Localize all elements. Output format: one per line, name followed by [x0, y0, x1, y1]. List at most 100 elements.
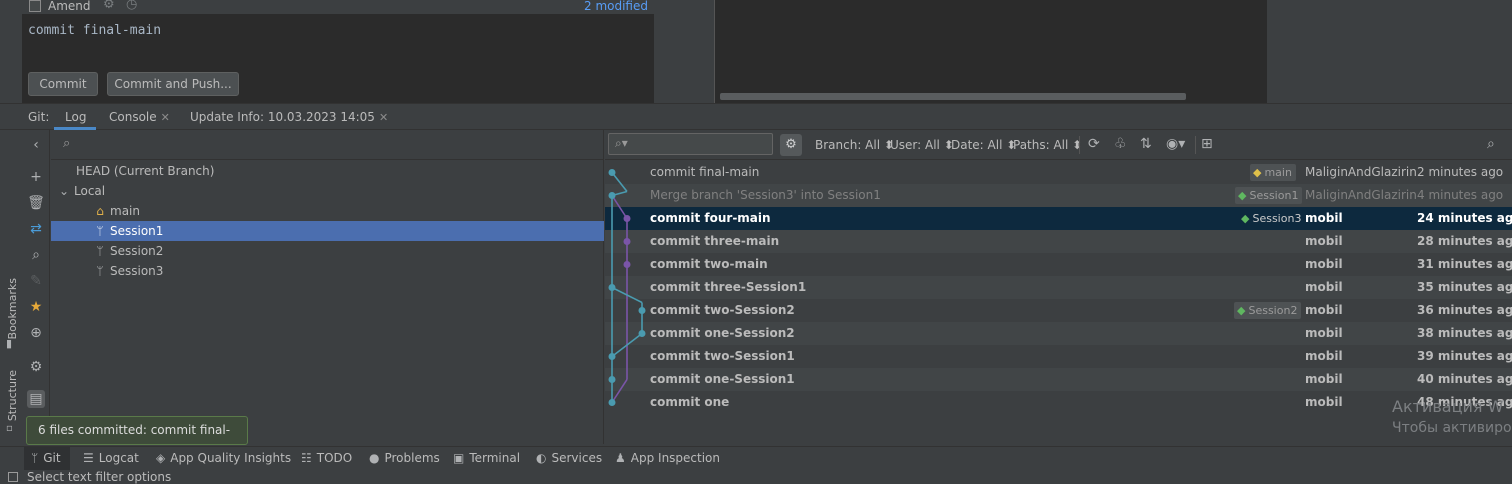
- status-panel-icon[interactable]: [8, 472, 18, 482]
- view-options-eye-icon[interactable]: ◉▾: [1166, 136, 1185, 152]
- commit-date: 28 minutes ago: [1417, 234, 1512, 248]
- add-icon[interactable]: +: [27, 168, 45, 186]
- logcat-icon: ☰: [83, 451, 94, 465]
- commit-node[interactable]: [608, 169, 616, 176]
- branches-toolbar: ‹ + 🗑 ⇄ ⌕ ✎ ★ ⊕ ⚙ ▤: [22, 130, 50, 444]
- commit-node[interactable]: [608, 353, 616, 360]
- sort-icon[interactable]: ⇅: [1140, 136, 1152, 152]
- commit-node[interactable]: [623, 261, 631, 268]
- tool-services[interactable]: ◐ Services: [536, 451, 602, 465]
- tab-log[interactable]: Log: [65, 110, 86, 124]
- date-filter[interactable]: Date: All ⬍: [951, 138, 1016, 152]
- commit-node[interactable]: [638, 307, 646, 314]
- tool-git-label: Git: [43, 451, 61, 465]
- commit-and-push-button[interactable]: Commit and Push...: [107, 72, 239, 96]
- commit-row[interactable]: commit one-Session2 mobil 38 minutes ago: [605, 322, 1512, 345]
- bookmark-icon[interactable]: ▮: [6, 337, 12, 350]
- tool-logcat[interactable]: ☰ Logcat: [83, 451, 139, 465]
- search-icon[interactable]: ⌕: [27, 246, 45, 264]
- commit-row[interactable]: commit two-Session1 mobil 39 minutes ago: [605, 345, 1512, 368]
- horizontal-scrollbar[interactable]: [720, 93, 1186, 100]
- open-new-tab-icon[interactable]: ⊞: [1201, 136, 1213, 152]
- search-icon: ⌕▾: [615, 136, 628, 150]
- commit-row[interactable]: commit one mobil 48 minutes ago: [605, 391, 1512, 414]
- commit-notification-balloon[interactable]: 6 files committed: commit final-main: [26, 416, 248, 464]
- paths-filter[interactable]: Paths: All ⬍: [1013, 138, 1082, 152]
- commit-node[interactable]: [623, 238, 631, 245]
- commit-row[interactable]: commit two-Session2 ◆ Session2 mobil 36 minu…: [605, 299, 1512, 322]
- commit-button[interactable]: Commit: [28, 72, 98, 96]
- modified-count-link[interactable]: 2 modified: [584, 0, 648, 13]
- commit-row[interactable]: commit four-main ◆ Session3 mobil 24 minutes…: [605, 207, 1512, 230]
- filter-settings-gear-icon[interactable]: ⚙: [780, 134, 802, 156]
- collapse-arrow-icon[interactable]: ‹: [27, 136, 45, 154]
- navigate-icon[interactable]: ⊕: [27, 324, 45, 342]
- commit-date: 24 minutes ago: [1417, 211, 1512, 225]
- tool-todo[interactable]: ☷ TODO: [301, 451, 352, 465]
- commit-options-gear-icon[interactable]: ⚙: [103, 0, 115, 12]
- branch-icon: ᛘ: [31, 451, 39, 465]
- commit-node[interactable]: [608, 284, 616, 291]
- branch-item-main[interactable]: ⌂ main: [93, 201, 140, 221]
- delete-icon[interactable]: 🗑: [27, 194, 45, 212]
- commit-message: commit one: [650, 395, 730, 409]
- commit-node[interactable]: [608, 192, 616, 199]
- commit-node[interactable]: [608, 399, 616, 406]
- structure-tool-label[interactable]: Structure: [6, 370, 19, 421]
- edit-icon: ✎: [30, 273, 42, 289]
- favorite-star-icon[interactable]: ★: [27, 298, 45, 316]
- tool-terminal[interactable]: ▣ Terminal: [453, 451, 520, 465]
- tool-app-inspection[interactable]: ♟ App Inspection: [615, 451, 720, 465]
- settings-gear-icon[interactable]: ⚙: [27, 358, 45, 376]
- branch-item-label: Session2: [110, 244, 164, 258]
- commit-row[interactable]: commit one-Session1 mobil 40 minutes ago: [605, 368, 1512, 391]
- commit-author: mobil: [1305, 303, 1343, 317]
- tab-console[interactable]: Console ✕: [109, 110, 170, 124]
- refresh-icon[interactable]: ⟳: [1088, 136, 1100, 152]
- inspection-icon: ♟: [615, 451, 626, 465]
- log-search-field[interactable]: ⌕▾: [608, 133, 773, 155]
- commit-message: Merge branch 'Session3' into Session1: [650, 188, 881, 202]
- chevron-down-icon[interactable]: ⌄: [57, 181, 71, 201]
- close-icon[interactable]: ✕: [379, 111, 388, 124]
- close-icon[interactable]: ✕: [161, 111, 170, 124]
- group-by-folder-icon[interactable]: ▤: [27, 390, 45, 408]
- commit-row[interactable]: commit three-main mobil 28 minutes ago: [605, 230, 1512, 253]
- branch-item-session1[interactable]: ᛘ Session1: [51, 221, 604, 241]
- commit-node[interactable]: [608, 376, 616, 383]
- commit-row[interactable]: commit final-main ◆ main MaliginAndGlazirin…: [605, 161, 1512, 184]
- bookmarks-tool-label[interactable]: Bookmarks: [6, 278, 19, 339]
- branches-panel: ⌕ HEAD (Current Branch) ⌄ Local ⌂ main ᛘ Se…: [51, 130, 604, 444]
- tool-terminal-label: Terminal: [469, 451, 521, 465]
- commit-row[interactable]: commit three-Session1 mobil 35 minutes ago: [605, 276, 1512, 299]
- branch-search-field[interactable]: ⌕: [51, 130, 604, 160]
- tool-problems[interactable]: ● Problems: [369, 451, 440, 465]
- activation-watermark: Активация W: [1392, 397, 1504, 416]
- tool-app-quality-insights[interactable]: ◈ App Quality Insights: [156, 451, 291, 465]
- structure-icon[interactable]: ▫: [6, 423, 13, 434]
- tag-icon: ◆: [1238, 189, 1247, 202]
- amend-checkbox[interactable]: [29, 0, 41, 12]
- cherry-pick-icon[interactable]: ♧: [1114, 136, 1127, 152]
- editor-pane[interactable]: [714, 0, 1267, 103]
- tab-update-info-label: Update Info: 10.03.2023 14:05: [190, 110, 375, 124]
- history-clock-icon[interactable]: ◷: [126, 0, 137, 12]
- commit-row[interactable]: commit two-main mobil 31 minutes ago: [605, 253, 1512, 276]
- branch-group-local[interactable]: ⌄ Local: [57, 181, 105, 201]
- commit-message-field[interactable]: commit final-main: [28, 23, 161, 38]
- commit-author: mobil: [1305, 395, 1343, 409]
- amend-label: Amend: [48, 0, 91, 13]
- branch-item-session2[interactable]: ᛘ Session2: [93, 241, 163, 261]
- search-icon[interactable]: ⌕: [1487, 136, 1495, 152]
- user-filter[interactable]: User: All ⬍: [890, 138, 954, 152]
- commit-row[interactable]: Merge branch 'Session3' into Session1 ◆ Se…: [605, 184, 1512, 207]
- compare-icon[interactable]: ⇄: [27, 220, 45, 238]
- commit-node[interactable]: [638, 330, 646, 337]
- branch-item-session3[interactable]: ᛘ Session3: [93, 261, 163, 281]
- commit-node[interactable]: [623, 215, 631, 222]
- branch-head[interactable]: HEAD (Current Branch): [76, 161, 214, 181]
- tool-git[interactable]: ᛘ Git: [31, 451, 61, 465]
- commit-message: commit three-main: [650, 234, 780, 248]
- tab-update-info[interactable]: Update Info: 10.03.2023 14:05 ✕: [190, 110, 388, 124]
- branch-filter[interactable]: Branch: All ⬍: [815, 138, 894, 152]
